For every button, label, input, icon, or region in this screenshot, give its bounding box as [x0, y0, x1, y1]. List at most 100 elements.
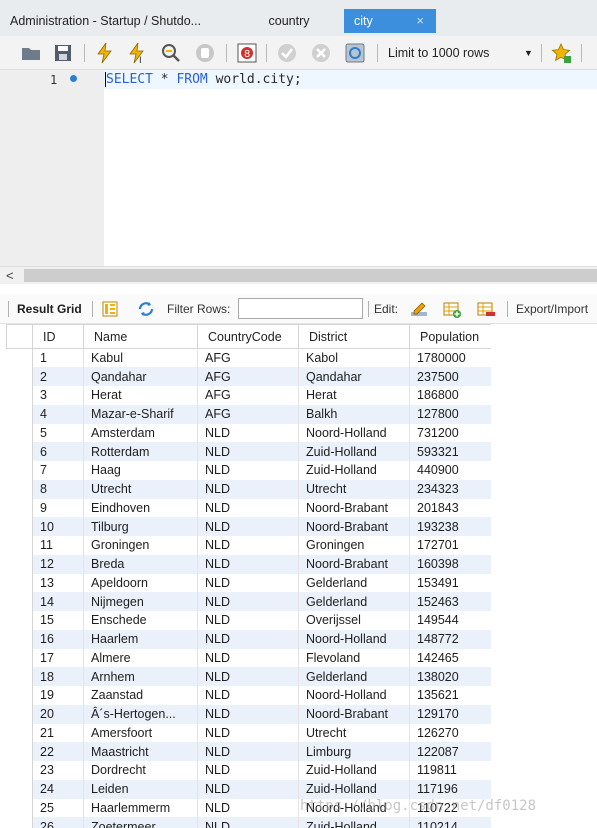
table-row[interactable]: 2 Qandahar AFG Qandahar 237500: [6, 367, 491, 386]
row-selector[interactable]: [6, 798, 33, 818]
cell-name[interactable]: Almere: [83, 648, 198, 668]
row-selector[interactable]: [6, 573, 33, 593]
cell-countrycode[interactable]: NLD: [197, 498, 299, 518]
cell-id[interactable]: 7: [32, 461, 84, 480]
cell-population[interactable]: 731200: [409, 423, 491, 443]
cell-population[interactable]: 160398: [409, 554, 491, 574]
scrollbar-thumb[interactable]: [24, 269, 597, 282]
table-row[interactable]: 23 Dordrecht NLD Zuid-Holland 119811: [6, 761, 491, 780]
table-row[interactable]: 1 Kabul AFG Kabol 1780000: [6, 348, 491, 368]
cell-name[interactable]: Nijmegen: [83, 592, 198, 611]
execute-current-icon[interactable]: I: [126, 42, 148, 64]
cell-id[interactable]: 21: [32, 723, 84, 743]
cell-population[interactable]: 1780000: [409, 348, 491, 368]
cell-population[interactable]: 149544: [409, 611, 491, 630]
save-icon[interactable]: [52, 42, 74, 64]
table-row[interactable]: 6 Rotterdam NLD Zuid-Holland 593321: [6, 442, 491, 461]
cell-id[interactable]: 10: [32, 517, 84, 536]
cell-countrycode[interactable]: NLD: [197, 761, 299, 780]
result-grid-tab[interactable]: Result Grid: [17, 302, 82, 316]
row-selector[interactable]: [6, 648, 33, 668]
cell-countrycode[interactable]: NLD: [197, 779, 299, 799]
cell-countrycode[interactable]: AFG: [197, 367, 299, 386]
row-selector[interactable]: [6, 817, 33, 828]
cell-district[interactable]: Noord-Brabant: [298, 498, 410, 518]
table-row[interactable]: 24 Leiden NLD Zuid-Holland 117196: [6, 779, 491, 799]
cell-name[interactable]: Enschede: [83, 611, 198, 630]
cell-population[interactable]: 152463: [409, 592, 491, 611]
rollback-icon[interactable]: [310, 42, 332, 64]
row-selector[interactable]: [6, 461, 33, 480]
table-row[interactable]: 14 Nijmegen NLD Gelderland 152463: [6, 592, 491, 611]
row-selector[interactable]: [6, 629, 33, 649]
row-selector[interactable]: [6, 704, 33, 724]
cell-countrycode[interactable]: NLD: [197, 479, 299, 499]
cell-population[interactable]: 138020: [409, 667, 491, 686]
cell-countrycode[interactable]: NLD: [197, 554, 299, 574]
cell-countrycode[interactable]: NLD: [197, 461, 299, 480]
cell-population[interactable]: 129170: [409, 704, 491, 724]
cell-district[interactable]: Noord-Brabant: [298, 554, 410, 574]
cell-countrycode[interactable]: NLD: [197, 629, 299, 649]
cell-population[interactable]: 172701: [409, 536, 491, 555]
execute-icon[interactable]: [94, 42, 116, 64]
add-row-icon[interactable]: [443, 300, 461, 318]
cell-population[interactable]: 119811: [409, 761, 491, 780]
cell-name[interactable]: Tilburg: [83, 517, 198, 536]
table-row[interactable]: 7 Haag NLD Zuid-Holland 440900: [6, 461, 491, 480]
cell-name[interactable]: Zaanstad: [83, 686, 198, 705]
column-header-district[interactable]: District: [298, 324, 410, 349]
cell-district[interactable]: Overijssel: [298, 611, 410, 630]
table-row[interactable]: 9 Eindhoven NLD Noord-Brabant 201843: [6, 498, 491, 518]
commit-icon[interactable]: [276, 42, 298, 64]
cell-population[interactable]: 153491: [409, 573, 491, 593]
cell-id[interactable]: 13: [32, 573, 84, 593]
cell-name[interactable]: Amersfoort: [83, 723, 198, 743]
row-selector[interactable]: [6, 423, 33, 443]
cell-district[interactable]: Qandahar: [298, 367, 410, 386]
row-selector[interactable]: [6, 761, 33, 780]
cell-name[interactable]: Amsterdam: [83, 423, 198, 443]
cell-id[interactable]: 23: [32, 761, 84, 780]
row-selector[interactable]: [6, 442, 33, 461]
cell-countrycode[interactable]: NLD: [197, 442, 299, 461]
cell-id[interactable]: 19: [32, 686, 84, 705]
cell-name[interactable]: Mazar-e-Sharif: [83, 404, 198, 424]
row-selector[interactable]: [6, 367, 33, 386]
table-row[interactable]: 12 Breda NLD Noord-Brabant 160398: [6, 554, 491, 574]
cell-name[interactable]: Rotterdam: [83, 442, 198, 461]
cell-id[interactable]: 14: [32, 592, 84, 611]
cell-population[interactable]: 142465: [409, 648, 491, 668]
row-selector[interactable]: [6, 479, 33, 499]
cell-countrycode[interactable]: NLD: [197, 798, 299, 818]
cell-countrycode[interactable]: NLD: [197, 817, 299, 828]
editor-horizontal-scrollbar[interactable]: <: [0, 266, 597, 284]
sql-query[interactable]: SELECT * FROM world.city;: [106, 72, 302, 87]
edit-row-icon[interactable]: [410, 300, 428, 318]
form-view-icon[interactable]: [101, 300, 119, 318]
folder-icon[interactable]: [20, 42, 42, 64]
cell-id[interactable]: 11: [32, 536, 84, 555]
cell-id[interactable]: 24: [32, 779, 84, 799]
cell-countrycode[interactable]: AFG: [197, 386, 299, 405]
cell-district[interactable]: Herat: [298, 386, 410, 405]
cell-population[interactable]: 237500: [409, 367, 491, 386]
cell-countrycode[interactable]: NLD: [197, 723, 299, 743]
cell-name[interactable]: Apeldoorn: [83, 573, 198, 593]
cell-name[interactable]: Dordrecht: [83, 761, 198, 780]
explain-icon[interactable]: [160, 42, 182, 64]
row-selector[interactable]: [6, 348, 33, 368]
row-selector[interactable]: [6, 517, 33, 536]
cell-name[interactable]: Kabul: [83, 348, 198, 368]
toggle-error-icon[interactable]: 8: [236, 42, 258, 64]
cell-id[interactable]: 2: [32, 367, 84, 386]
sql-editor[interactable]: 1 SELECT * FROM world.city;: [0, 70, 597, 266]
tab-city[interactable]: city ×: [344, 9, 436, 33]
table-row[interactable]: 8 Utrecht NLD Utrecht 234323: [6, 479, 491, 499]
cell-name[interactable]: Herat: [83, 386, 198, 405]
cell-district[interactable]: Limburg: [298, 742, 410, 761]
cell-id[interactable]: 9: [32, 498, 84, 518]
cell-district[interactable]: Zuid-Holland: [298, 779, 410, 799]
scroll-left-icon[interactable]: <: [6, 268, 14, 283]
cell-name[interactable]: Haarlemmerm: [83, 798, 198, 818]
